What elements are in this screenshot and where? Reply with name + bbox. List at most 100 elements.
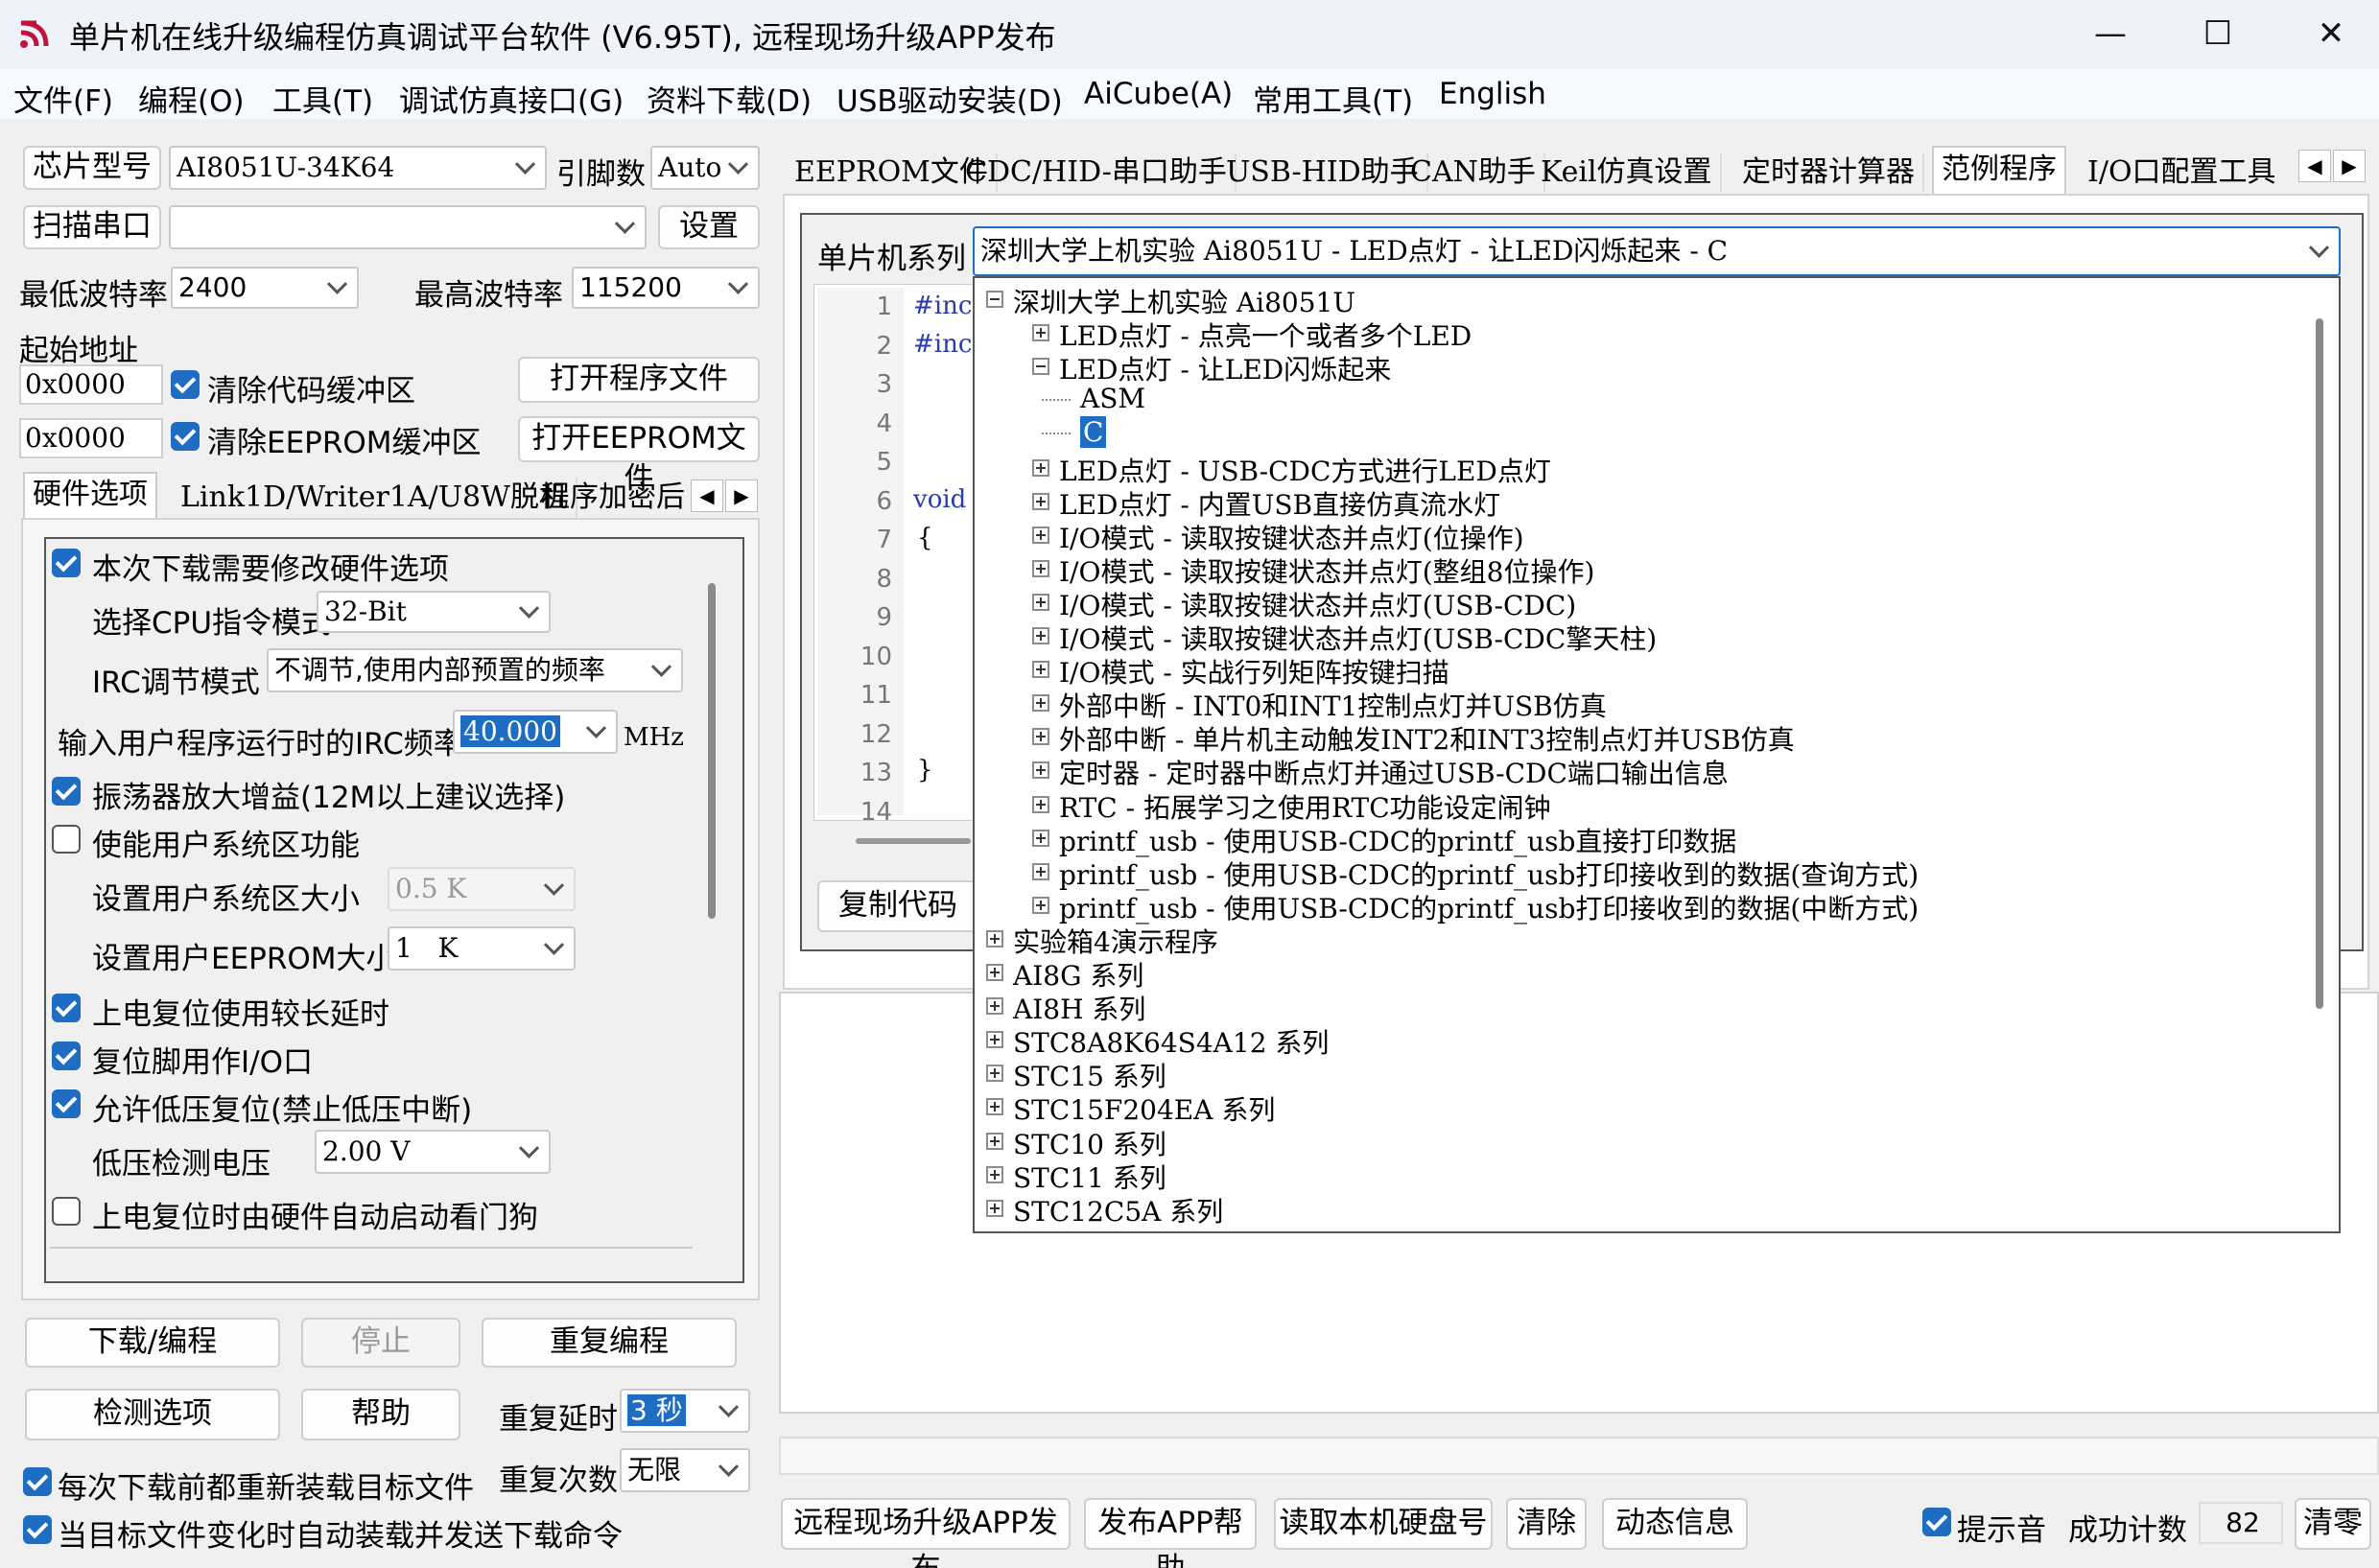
close-button[interactable]: ✕ <box>2302 10 2360 58</box>
reset-io-checkbox[interactable] <box>52 1041 81 1070</box>
help-button[interactable]: 帮助 <box>301 1389 460 1440</box>
tab-cdc-hid-serial[interactable]: CDC/HID-串口助手 <box>957 153 1237 192</box>
tab-encryption[interactable]: 程序加密后 <box>533 478 693 518</box>
reset-count-button[interactable]: 清零 <box>2295 1498 2371 1550</box>
expand-plus-icon[interactable] <box>1032 661 1049 679</box>
open-program-button[interactable]: 打开程序文件 <box>518 357 760 403</box>
expand-plus-icon[interactable] <box>1032 795 1049 813</box>
sys-size-select[interactable]: 0.5 K <box>388 867 576 911</box>
open-eeprom-button[interactable]: 打开EEPROM文件 <box>518 416 760 496</box>
expand-plus-icon[interactable] <box>1032 559 1049 577</box>
expand-plus-icon[interactable] <box>986 1031 1003 1049</box>
check-options-button[interactable]: 检测选项 <box>25 1389 280 1440</box>
eeprom-size-select[interactable]: 1 K <box>388 926 576 971</box>
tab-examples[interactable]: 范例程序 <box>1932 146 2066 194</box>
reload-checkbox[interactable] <box>23 1467 52 1496</box>
remote-upgrade-button[interactable]: 远程现场升级APP发布 <box>781 1498 1071 1568</box>
dynamic-info-button[interactable]: 动态信息 <box>1602 1498 1748 1550</box>
collapse-minus-icon[interactable] <box>1032 358 1049 376</box>
copy-code-button[interactable]: 复制代码 <box>817 880 978 932</box>
expand-plus-icon[interactable] <box>1032 694 1049 713</box>
tab-can[interactable]: CAN助手 <box>1402 153 1545 192</box>
irc-freq-select[interactable]: 40.000 <box>453 710 618 754</box>
stop-button[interactable]: 停止 <box>301 1318 460 1368</box>
read-disk-button[interactable]: 读取本机硬盘号 <box>1274 1498 1493 1550</box>
expand-plus-icon[interactable] <box>986 1199 1003 1217</box>
expand-plus-icon[interactable] <box>1032 458 1049 477</box>
lvr-checkbox[interactable] <box>52 1089 81 1118</box>
long-delay-checkbox[interactable] <box>52 994 81 1022</box>
expand-plus-icon[interactable] <box>1032 492 1049 510</box>
expand-plus-icon[interactable] <box>986 997 1003 1016</box>
chip-model-select[interactable]: AI8051U-34K64 <box>169 146 547 190</box>
expand-plus-icon[interactable] <box>1032 526 1049 544</box>
irc-mode-select[interactable]: 不调节,使用内部预置的频率 <box>267 648 683 692</box>
menu-english[interactable]: English <box>1439 77 1546 111</box>
menu-download[interactable]: 资料下载(D) <box>647 77 812 120</box>
user-sys-checkbox[interactable] <box>52 825 81 854</box>
minimize-button[interactable]: — <box>2082 10 2139 58</box>
repeat-delay-select[interactable]: 3 秒 <box>620 1389 750 1433</box>
clear-eeprom-checkbox[interactable] <box>171 422 200 451</box>
tab-hardware-options[interactable]: 硬件选项 <box>23 472 157 518</box>
osc-gain-checkbox[interactable] <box>52 777 81 806</box>
download-program-button[interactable]: 下载/编程 <box>25 1318 280 1368</box>
repeat-count-select[interactable]: 无限 <box>620 1448 750 1492</box>
low-voltage-select[interactable]: 2.00 V <box>315 1130 551 1174</box>
tab-scroll-right-icon[interactable]: ▶ <box>725 480 758 512</box>
expand-plus-icon[interactable] <box>1032 862 1049 880</box>
beep-checkbox[interactable] <box>1922 1508 1951 1536</box>
port-settings-button[interactable]: 设置 <box>658 205 760 249</box>
pins-select[interactable]: Auto <box>650 146 760 190</box>
clear-output-button[interactable]: 清除 <box>1506 1498 1587 1550</box>
menu-debug[interactable]: 调试仿真接口(G) <box>399 77 624 120</box>
menu-aicube[interactable]: AiCube(A) <box>1084 77 1233 111</box>
expand-plus-icon[interactable] <box>986 929 1003 948</box>
series-select[interactable]: 深圳大学上机实验 Ai8051U - LED点灯 - 让LED闪烁起来 - C <box>973 226 2341 276</box>
menu-program[interactable]: 编程(O) <box>138 77 245 120</box>
code-hscrollbar[interactable] <box>856 838 971 844</box>
right-tab-scroll-left-icon[interactable]: ◀ <box>2298 150 2331 182</box>
clear-code-checkbox[interactable] <box>171 370 200 399</box>
modify-hw-checkbox[interactable] <box>52 549 81 577</box>
expand-plus-icon[interactable] <box>986 964 1003 981</box>
max-baud-select[interactable]: 115200 <box>572 267 760 309</box>
expand-plus-icon[interactable] <box>1032 761 1049 780</box>
expand-plus-icon[interactable] <box>986 1098 1003 1116</box>
maximize-button[interactable]: ☐ <box>2189 10 2247 58</box>
tab-usb-hid[interactable]: USB-HID助手 <box>1218 153 1428 192</box>
tree-scrollbar[interactable] <box>2316 318 2323 1009</box>
right-tab-scroll-right-icon[interactable]: ▶ <box>2333 150 2366 182</box>
repeat-program-button[interactable]: 重复编程 <box>482 1318 737 1368</box>
menu-file[interactable]: 文件(F) <box>13 77 113 120</box>
collapse-minus-icon[interactable] <box>986 291 1003 308</box>
scan-port-button[interactable]: 扫描串口 <box>23 205 161 249</box>
wdt-checkbox[interactable] <box>52 1197 81 1226</box>
tab-io-config[interactable]: I/O口配置工具 <box>2080 153 2284 192</box>
tab-timer-calculator[interactable]: 定时器计算器 <box>1734 153 1924 192</box>
tab-offline[interactable]: Link1D/Writer1A/U8W脱机 <box>173 478 577 518</box>
autoload-checkbox[interactable] <box>23 1515 52 1544</box>
hw-scrollbar[interactable] <box>708 583 716 919</box>
cpu-mode-select[interactable]: 32-Bit <box>317 591 551 633</box>
expand-plus-icon[interactable] <box>1032 829 1049 847</box>
expand-plus-icon[interactable] <box>1032 593 1049 611</box>
menu-common-tools[interactable]: 常用工具(T) <box>1253 77 1413 120</box>
port-select[interactable] <box>169 205 647 249</box>
publish-app-help-button[interactable]: 发布APP帮助 <box>1084 1498 1257 1568</box>
tab-scroll-left-icon[interactable]: ◀ <box>691 480 723 512</box>
series-tree-dropdown[interactable]: 深圳大学上机实验 Ai8051U LED点灯 - 点亮一个或者多个LED LED点灯… <box>973 276 2341 1233</box>
expand-plus-icon[interactable] <box>986 1132 1003 1150</box>
expand-plus-icon[interactable] <box>986 1165 1003 1183</box>
eeprom-address-input[interactable]: 0x0000 <box>19 418 163 458</box>
menu-tools[interactable]: 工具(T) <box>272 77 373 120</box>
code-address-input[interactable]: 0x0000 <box>19 364 163 405</box>
expand-plus-icon[interactable] <box>1032 627 1049 644</box>
expand-plus-icon[interactable] <box>1032 728 1049 746</box>
chip-model-button[interactable]: 芯片型号 <box>23 146 161 190</box>
tab-keil-settings[interactable]: Keil仿真设置 <box>1533 153 1722 192</box>
menu-usb-driver[interactable]: USB驱动安装(D) <box>836 77 1063 120</box>
min-baud-select[interactable]: 2400 <box>171 267 359 309</box>
expand-plus-icon[interactable] <box>1032 896 1049 914</box>
expand-plus-icon[interactable] <box>986 1065 1003 1083</box>
